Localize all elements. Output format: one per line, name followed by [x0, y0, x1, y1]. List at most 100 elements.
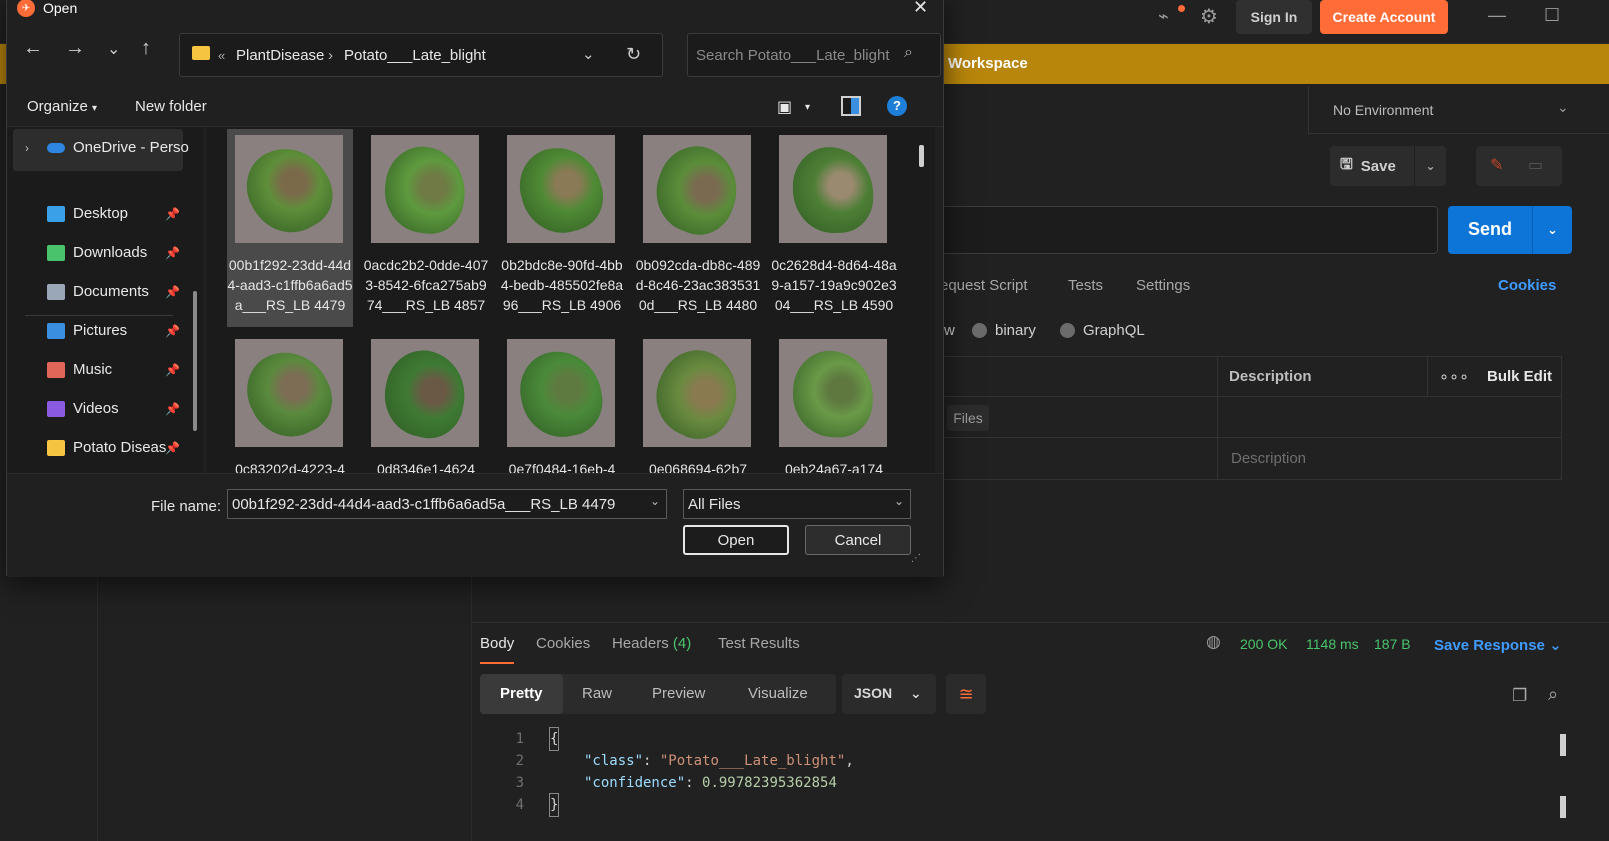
close-icon[interactable]: ✕	[913, 0, 928, 18]
format-pretty[interactable]: Pretty	[480, 674, 563, 714]
preview-pane-icon[interactable]	[841, 96, 861, 116]
back-arrow-icon[interactable]: ←	[23, 37, 43, 60]
file-tile[interactable]: 0b092cda-db8c-489d-8c46-23ac3835310d___R…	[635, 129, 761, 327]
sidebar-scrollbar[interactable]	[193, 291, 197, 431]
tab-tests[interactable]: Tests	[1068, 277, 1103, 294]
format-visualize[interactable]: Visualize	[748, 685, 808, 702]
file-tile[interactable]: 0acdc2b2-0dde-4073-8542-6fca275ab974___R…	[363, 129, 489, 327]
dialog-title: Open	[43, 0, 78, 16]
globe-icon[interactable]: ◍	[1206, 632, 1221, 652]
file-tile[interactable]: 0c2628d4-8d64-48a9-a157-19a9c902e304___R…	[771, 129, 897, 327]
maximize-icon[interactable]: ☐	[1544, 5, 1560, 26]
sidebar-item-documents[interactable]: Documents	[47, 283, 149, 300]
format-raw[interactable]: Raw	[582, 685, 612, 702]
cookies-link[interactable]: Cookies	[1498, 277, 1556, 294]
chevron-down-icon[interactable]: ⌄	[650, 494, 660, 508]
file-tile[interactable]: 0d8346e1-4624	[363, 333, 489, 473]
pin-icon[interactable]: 📌	[165, 402, 180, 416]
pin-icon[interactable]: 📌	[165, 363, 180, 377]
resize-grip-icon[interactable]: ⋰	[911, 553, 921, 564]
save-button[interactable]: 🖫 Save ⌄	[1330, 146, 1446, 186]
pin-icon[interactable]: 📌	[165, 285, 180, 299]
request-url-input[interactable]	[940, 206, 1438, 254]
pin-icon[interactable]: 📌	[165, 246, 180, 260]
pencil-icon[interactable]: ✎	[1490, 155, 1503, 175]
sidebar-item-label: Downloads	[73, 244, 148, 261]
view-mode-caret-icon[interactable]: ▾	[805, 102, 810, 113]
up-arrow-icon[interactable]: ↑	[141, 37, 151, 60]
tab-settings[interactable]: Settings	[1136, 277, 1190, 294]
file-type-select[interactable]: All Files ⌄	[683, 489, 911, 519]
body-type-binary[interactable]: binary	[972, 322, 1036, 339]
json-key: "confidence"	[584, 775, 686, 791]
create-account-button[interactable]: Create Account	[1320, 0, 1448, 34]
address-dropdown-chevron-icon[interactable]: ⌄	[582, 45, 595, 63]
file-tile[interactable]: 0eb24a67-a174	[771, 333, 897, 473]
tab-pre-request-script[interactable]: equest Script	[940, 277, 1028, 294]
overflow-chevron-icon[interactable]: «	[218, 48, 225, 63]
minimize-icon[interactable]: —	[1488, 5, 1506, 26]
tab-cookies[interactable]: Cookies	[536, 635, 590, 652]
sidebar-item-pictures[interactable]: Pictures	[47, 322, 127, 339]
satellite-icon[interactable]: ⌁	[1158, 6, 1169, 27]
search-icon[interactable]: ⌕	[1548, 684, 1558, 705]
recent-locations-chevron-icon[interactable]: ⌄	[107, 39, 120, 59]
settings-gear-icon[interactable]: ⚙	[1200, 4, 1218, 29]
search-placeholder: Search Potato___Late_blight	[696, 47, 890, 64]
scrollbar-thumb[interactable]	[1560, 796, 1566, 818]
send-dropdown-chevron-icon[interactable]: ⌄	[1532, 206, 1572, 254]
file-grid-scrollbar[interactable]	[919, 145, 924, 167]
language-select[interactable]: JSON ⌄	[842, 674, 936, 714]
save-response-button[interactable]: Save Response ⌄	[1434, 636, 1562, 654]
status-code: 200 OK	[1240, 636, 1288, 652]
pin-icon[interactable]: 📌	[165, 207, 180, 221]
file-tile[interactable]: 0b2bdc8e-90fd-4bb4-bedb-485502fe8a96___R…	[499, 129, 625, 327]
copy-icon[interactable]: ❐	[1512, 686, 1527, 706]
pin-icon[interactable]: 📌	[165, 441, 180, 455]
view-mode-icon[interactable]: ▣	[777, 97, 792, 117]
wrap-lines-icon[interactable]: ≅	[946, 674, 986, 714]
sign-in-button[interactable]: Sign In	[1236, 0, 1312, 34]
breadcrumb-root[interactable]: PlantDisease	[236, 47, 324, 64]
format-preview[interactable]: Preview	[652, 685, 705, 702]
body-type-raw-partial[interactable]: w	[944, 322, 955, 339]
breadcrumb-current[interactable]: Potato___Late_blight	[344, 47, 486, 64]
environment-selector[interactable]: No Environment ⌄	[1308, 86, 1609, 134]
files-tag[interactable]: Files	[947, 405, 989, 431]
address-bar[interactable]: « PlantDisease › Potato___Late_blight ⌄ …	[179, 33, 663, 77]
save-dropdown-chevron-icon[interactable]: ⌄	[1414, 146, 1446, 186]
workspace-banner-text: Workspace	[948, 55, 1028, 72]
line-number: 4	[515, 797, 524, 813]
help-icon[interactable]: ?	[887, 96, 907, 116]
tab-headers[interactable]: Headers (4)	[612, 635, 691, 652]
forward-arrow-icon[interactable]: →	[65, 37, 85, 60]
sidebar-item-music[interactable]: Music	[47, 361, 112, 378]
description-placeholder[interactable]: Description	[1231, 450, 1306, 467]
sidebar-item-potato-diseas[interactable]: Potato Diseas	[47, 439, 166, 456]
open-button[interactable]: Open	[683, 525, 789, 555]
leaf-image-thumbnail	[779, 135, 887, 243]
pin-icon[interactable]: 📌	[165, 324, 180, 338]
more-options-icon[interactable]: ∘∘∘	[1439, 367, 1469, 387]
expand-chevron-icon[interactable]: ›	[25, 141, 29, 155]
sidebar-item-desktop[interactable]: Desktop	[47, 205, 128, 222]
scrollbar-thumb[interactable]	[1560, 734, 1566, 756]
folder-search-input[interactable]: Search Potato___Late_blight ⌕	[687, 33, 941, 77]
refresh-icon[interactable]: ↻	[626, 44, 641, 65]
file-tile[interactable]: 0e068694-62b7	[635, 333, 761, 473]
file-tile[interactable]: 00b1f292-23dd-44d4-aad3-c1ffb6a6ad5a___R…	[227, 129, 353, 327]
comment-icon[interactable]: ▭	[1528, 155, 1543, 175]
cancel-button[interactable]: Cancel	[805, 525, 911, 555]
organize-menu[interactable]: Organize ▾	[27, 98, 97, 115]
tab-test-results[interactable]: Test Results	[718, 635, 800, 652]
file-tile[interactable]: 0e7f0484-16eb-4	[499, 333, 625, 473]
tab-body[interactable]: Body	[480, 635, 515, 664]
bulk-edit-button[interactable]: Bulk Edit	[1487, 368, 1552, 385]
send-button[interactable]: Send ⌄	[1448, 206, 1572, 254]
sidebar-item-downloads[interactable]: Downloads	[47, 244, 147, 261]
sidebar-item-videos[interactable]: Videos	[47, 400, 119, 417]
new-folder-button[interactable]: New folder	[135, 98, 207, 115]
file-tile[interactable]: 0c83202d-4223-4	[227, 333, 353, 473]
body-type-graphql[interactable]: GraphQL	[1060, 322, 1145, 339]
file-name-input[interactable]: 00b1f292-23dd-44d4-aad3-c1ffb6a6ad5a___R…	[227, 489, 667, 519]
